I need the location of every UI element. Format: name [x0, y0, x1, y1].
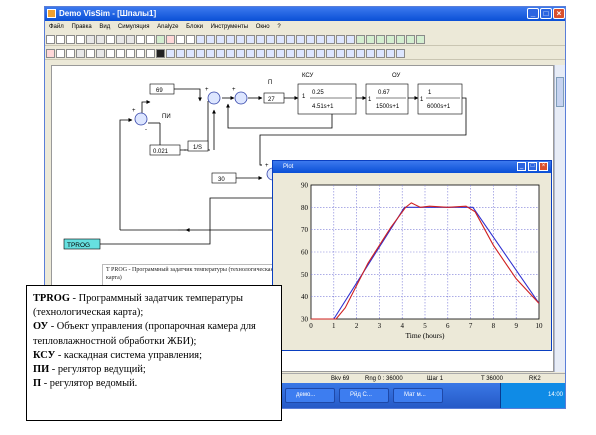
- x-tick-label: 2: [355, 322, 359, 330]
- annotation-term: TPROG: [33, 293, 70, 304]
- plot-title: Plot: [283, 164, 294, 170]
- x-tick-label: 0: [309, 322, 313, 330]
- ou2-denominator: 6000s+1: [427, 104, 451, 110]
- p-label: П: [268, 80, 272, 86]
- pi-label: ПИ: [162, 114, 171, 120]
- annotation-term: ОУ: [33, 321, 49, 333]
- x-tick-label: 6: [446, 322, 450, 330]
- ou1-numerator: 0.67: [378, 90, 390, 96]
- x-tick-label: 9: [514, 322, 518, 330]
- annotation-text: - регулятор ведущий;: [49, 364, 146, 376]
- integrator-label: 1/S: [193, 145, 202, 151]
- ou-label: ОУ: [392, 73, 401, 79]
- y-tick-label: 70: [301, 226, 309, 234]
- plot-maximize-button[interactable]: □: [528, 162, 537, 171]
- legend-annotation: TPROG - Программный задатчик температуры…: [26, 285, 282, 421]
- annotation-line: П - регулятор ведомый.: [33, 377, 275, 391]
- tprog-label: TPROG: [67, 242, 90, 249]
- annotation-line: ПИ - регулятор ведущий;: [33, 363, 275, 377]
- annotation-text: - каскадная система управления;: [55, 349, 202, 361]
- plot-window[interactable]: Plot _ □ × 0 1 2 3 4 5 6 7 8 9 10 30 40 50 60 70 80 90 Tim…: [272, 160, 552, 351]
- sum-block[interactable]: [207, 91, 221, 105]
- x-tick-label: 1: [332, 322, 336, 330]
- sum-sign: +: [132, 108, 136, 114]
- y-tick-label: 80: [301, 204, 309, 212]
- plot-minimize-button[interactable]: _: [517, 162, 526, 171]
- ksu-denominator: 4.51s+1: [312, 104, 334, 110]
- y-tick-label: 40: [301, 293, 309, 301]
- sum-block[interactable]: [134, 112, 148, 126]
- y-tick-label: 50: [301, 271, 309, 279]
- plot-title-bar[interactable]: Plot _ □ ×: [273, 161, 551, 173]
- sum-block[interactable]: [234, 91, 248, 105]
- const-value: 30: [218, 177, 225, 183]
- x-tick-label: 4: [400, 322, 404, 330]
- sum-sign: +: [232, 87, 236, 93]
- const-value: 69: [156, 88, 163, 94]
- x-axis-label: Time (hours): [405, 331, 445, 340]
- x-tick-label: 10: [536, 322, 544, 330]
- annotation-text: - регулятор ведомый.: [41, 378, 138, 390]
- x-tick-label: 5: [423, 322, 427, 330]
- sum-sign: +: [265, 163, 269, 169]
- y-tick-label: 30: [301, 316, 309, 324]
- y-tick-label: 90: [301, 182, 309, 190]
- annotation-term: ПИ: [33, 364, 50, 376]
- x-tick-label: 8: [492, 322, 496, 330]
- x-tick-label: 7: [469, 322, 473, 330]
- annotation-line: ОУ - Объект управления (пропарочная каме…: [33, 320, 275, 348]
- ksu-numerator: 0.25: [312, 90, 324, 96]
- ou1-denominator: 1500s+1: [376, 104, 400, 110]
- gain-value: 27: [268, 97, 275, 103]
- y-tick-label: 60: [301, 249, 309, 257]
- annotation-line: КСУ - каскадная система управления;: [33, 349, 275, 363]
- annotation-term: КСУ: [33, 349, 56, 361]
- annotation-text: - Объект управления (пропарочная камера …: [33, 321, 256, 347]
- sum-blocks: [134, 91, 280, 181]
- sum-sign: +: [205, 87, 209, 93]
- annotation-line: TPROG - Программный задатчик температуры…: [33, 292, 275, 320]
- sum-sign: -: [145, 127, 147, 133]
- x-tick-label: 3: [378, 322, 382, 330]
- line-chart: 0 1 2 3 4 5 6 7 8 9 10 30 40 50 60 70 80 90 Time (hours): [301, 182, 544, 341]
- plot-close-button[interactable]: ×: [539, 162, 548, 171]
- annotation-term: П: [33, 378, 42, 390]
- gain-value: 0.021: [153, 149, 169, 155]
- ksu-label: КСУ: [302, 73, 314, 79]
